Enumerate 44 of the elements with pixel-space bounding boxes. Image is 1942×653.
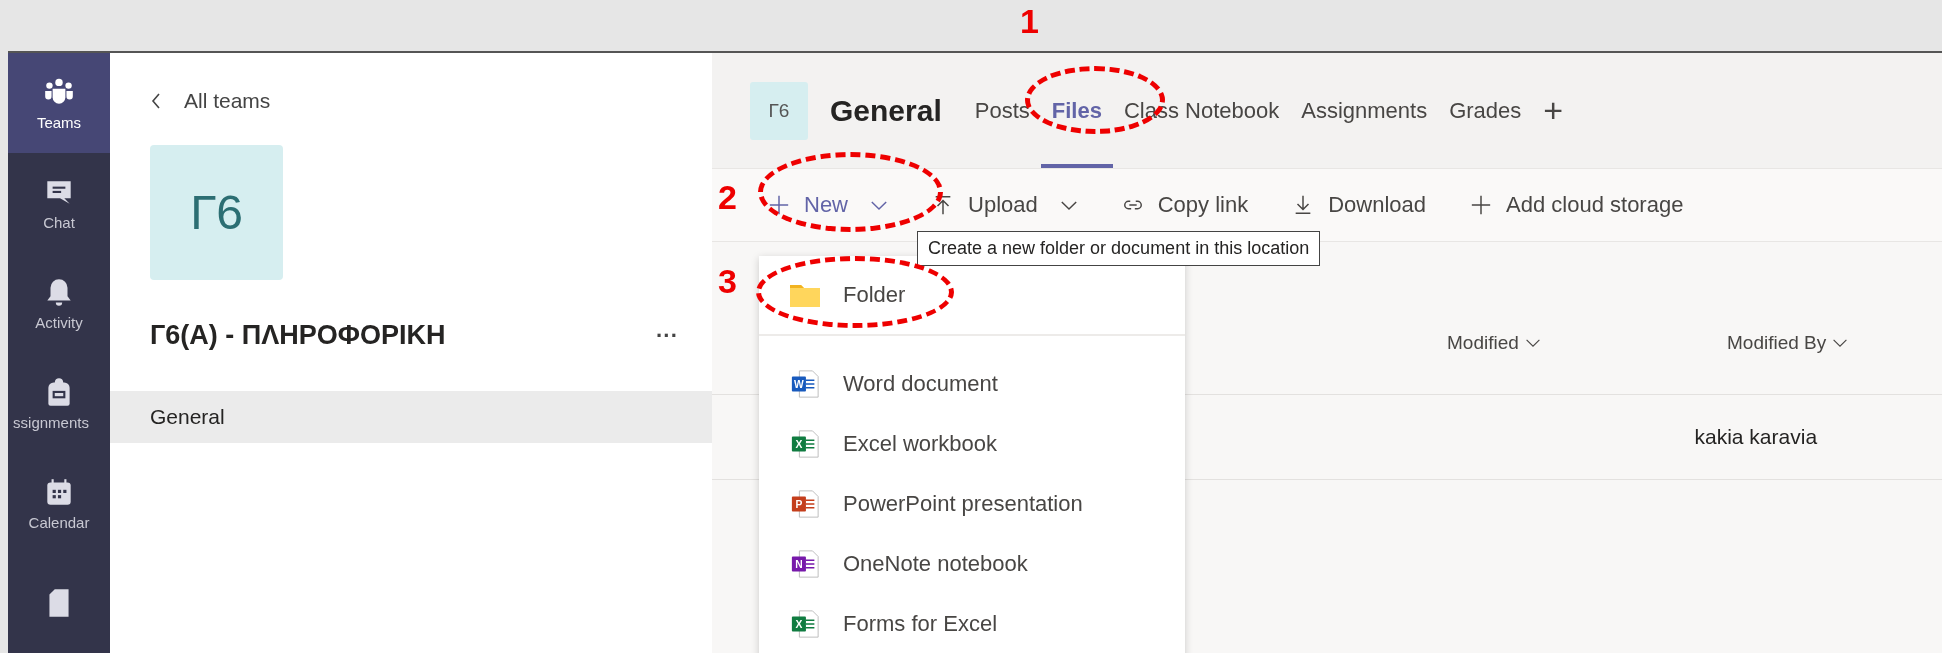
rail-item[interactable]: Calendar bbox=[8, 453, 110, 553]
team-avatar: Г6 bbox=[150, 145, 283, 280]
column-header[interactable]: Modified bbox=[1447, 332, 1727, 354]
column-header[interactable]: Modified By bbox=[1727, 332, 1942, 354]
menu-item[interactable]: Folder bbox=[759, 256, 1185, 334]
rail-item[interactable]: Activity bbox=[8, 253, 110, 353]
menu-item[interactable]: N OneNote notebook bbox=[759, 534, 1185, 594]
rail-item[interactable]: Chat bbox=[8, 153, 110, 253]
annotation-number: 1 bbox=[1020, 2, 1039, 41]
rail-item[interactable]: Teams bbox=[8, 53, 110, 153]
copy-link-button[interactable]: Copy link bbox=[1121, 192, 1249, 218]
rail-label: Teams bbox=[36, 113, 82, 131]
team-name: Г6(Α) - ΠΛΗΡΟΦΟΡΙΚΗ bbox=[150, 320, 446, 351]
upload-button[interactable]: Upload bbox=[932, 192, 1078, 218]
menu-item[interactable]: X Forms for Excel bbox=[759, 594, 1185, 653]
download-button[interactable]: Download bbox=[1292, 192, 1427, 218]
annotation-number: 3 bbox=[718, 262, 737, 301]
rail-label: Calendar bbox=[28, 513, 90, 531]
table-cell-text: kakia karavia bbox=[1694, 425, 1819, 449]
plus-icon bbox=[1470, 194, 1493, 216]
rail-label: Chat bbox=[43, 213, 75, 231]
caret-icon bbox=[1524, 338, 1541, 348]
menu-item[interactable]: X Excel workbook bbox=[759, 414, 1185, 474]
rail-item[interactable]: ssignments bbox=[8, 353, 110, 453]
rail-label: ssignments bbox=[13, 413, 89, 431]
back-chevron-icon bbox=[150, 91, 162, 111]
tab[interactable]: Grades bbox=[1438, 53, 1533, 168]
caret-icon bbox=[1832, 338, 1849, 348]
tab[interactable]: Posts bbox=[963, 53, 1041, 168]
rail-label: Activity bbox=[35, 313, 83, 331]
channel-item[interactable]: General bbox=[110, 391, 712, 443]
annotation-number: 2 bbox=[718, 178, 737, 217]
tab[interactable]: Assignments bbox=[1290, 53, 1439, 168]
team-avatar: Г6 bbox=[750, 81, 808, 140]
menu-item[interactable]: W Word document bbox=[759, 354, 1185, 414]
add-cloud-storage-button[interactable]: Add cloud storage bbox=[1470, 192, 1684, 218]
menu-item[interactable]: P PowerPoint presentation bbox=[759, 474, 1185, 534]
add-tab-button[interactable]: + bbox=[1532, 53, 1575, 168]
plus-icon bbox=[768, 194, 790, 216]
channel-title: General bbox=[830, 93, 942, 128]
more-options-button[interactable]: ··· bbox=[652, 322, 682, 349]
new-button[interactable]: New bbox=[768, 192, 888, 218]
tooltip: Create a new folder or document in this location bbox=[917, 231, 1321, 266]
all-teams-link[interactable]: All teams bbox=[150, 89, 271, 113]
